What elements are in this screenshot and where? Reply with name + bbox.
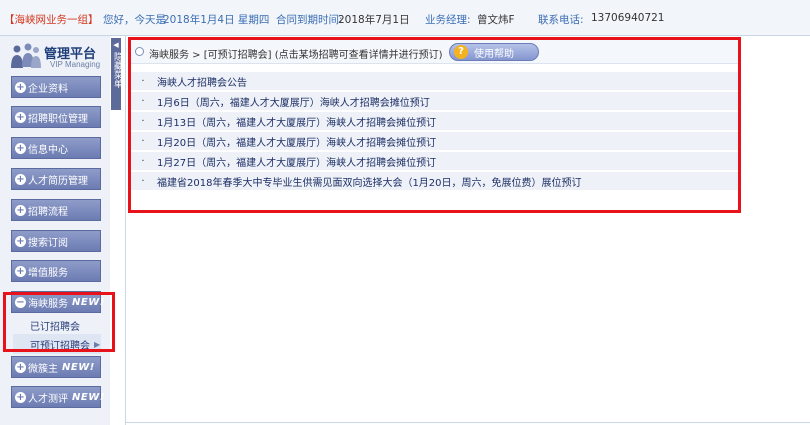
plus-icon: +	[15, 265, 26, 277]
plus-icon: +	[15, 81, 26, 93]
sidebar-item-label: 招聘流程	[28, 206, 68, 218]
plus-icon: +	[15, 361, 26, 373]
people-logo-icon	[11, 43, 41, 68]
plus-icon: +	[15, 111, 26, 123]
hide-menu-label: 隐藏菜单	[112, 52, 122, 88]
phone-value: 13706940721	[591, 12, 665, 24]
sidebar-item-weichuzhu[interactable]: + 微簇主 NEW!	[11, 356, 101, 378]
top-info-bar: 【海峡网业务一组】 您好，今天是 2018年1月4日 星期四 合同到期时间: 2…	[0, 0, 810, 36]
current-date: 2018年1月4日 星期四	[163, 14, 270, 26]
sidebar-item-resume-management[interactable]: + 人才简历管理	[11, 168, 101, 190]
sidebar-item-label: 招聘职位管理	[28, 113, 88, 125]
new-badge: NEW!	[72, 391, 105, 403]
greeting-text: 您好，今天是	[103, 14, 166, 26]
sidebar-item-label: 人才简历管理	[28, 175, 88, 187]
plus-icon: +	[15, 173, 26, 185]
sidebar-item-label: 人才测评	[28, 393, 68, 405]
plus-icon: +	[15, 142, 26, 154]
contract-expiry-value: 2018年7月1日	[338, 14, 410, 26]
manager-value: 曾文炜F	[477, 14, 515, 26]
sidebar-item-label: 信息中心	[28, 144, 68, 156]
sidebar-item-job-management[interactable]: + 招聘职位管理	[11, 106, 101, 128]
sidebar-item-company-profile[interactable]: + 企业资料	[11, 76, 101, 98]
hide-menu-toggle[interactable]: ◀ 隐藏菜单	[111, 38, 122, 110]
highlight-box-sidebar	[3, 292, 115, 352]
new-badge: NEW!	[62, 361, 95, 373]
sidebar-item-label: 增值服务	[28, 267, 68, 279]
logo: 管理平台 VIP Managing	[6, 40, 106, 72]
sidebar-item-message-center[interactable]: + 信息中心	[11, 137, 101, 159]
plus-icon: +	[15, 391, 26, 403]
contract-expiry-label: 合同到期时间:	[276, 14, 343, 26]
logo-subtitle: VIP Managing	[50, 60, 101, 69]
manager-label: 业务经理:	[425, 14, 471, 26]
sidebar-item-label: 企业资料	[28, 83, 68, 95]
sidebar-item-talent-assessment[interactable]: + 人才测评 NEW!	[11, 386, 104, 408]
sidebar-item-recruit-process[interactable]: + 招聘流程	[11, 199, 101, 221]
group-name: 【海峡网业务一组】	[4, 14, 99, 26]
plus-icon: +	[15, 235, 26, 247]
sidebar-item-search-subscribe[interactable]: + 搜索订阅	[11, 230, 101, 252]
highlight-box-main	[128, 37, 741, 213]
sidebar: 管理平台 VIP Managing + 企业资料 + 招聘职位管理 + 信息中心…	[0, 36, 110, 425]
phone-label: 联系电话:	[538, 14, 584, 26]
chevron-left-icon: ◀	[113, 41, 119, 49]
sidebar-item-value-added[interactable]: + 增值服务	[11, 260, 101, 282]
divider	[125, 422, 810, 423]
plus-icon: +	[15, 204, 26, 216]
sidebar-item-label: 搜索订阅	[28, 237, 68, 249]
sidebar-item-label: 微簇主	[28, 363, 58, 375]
